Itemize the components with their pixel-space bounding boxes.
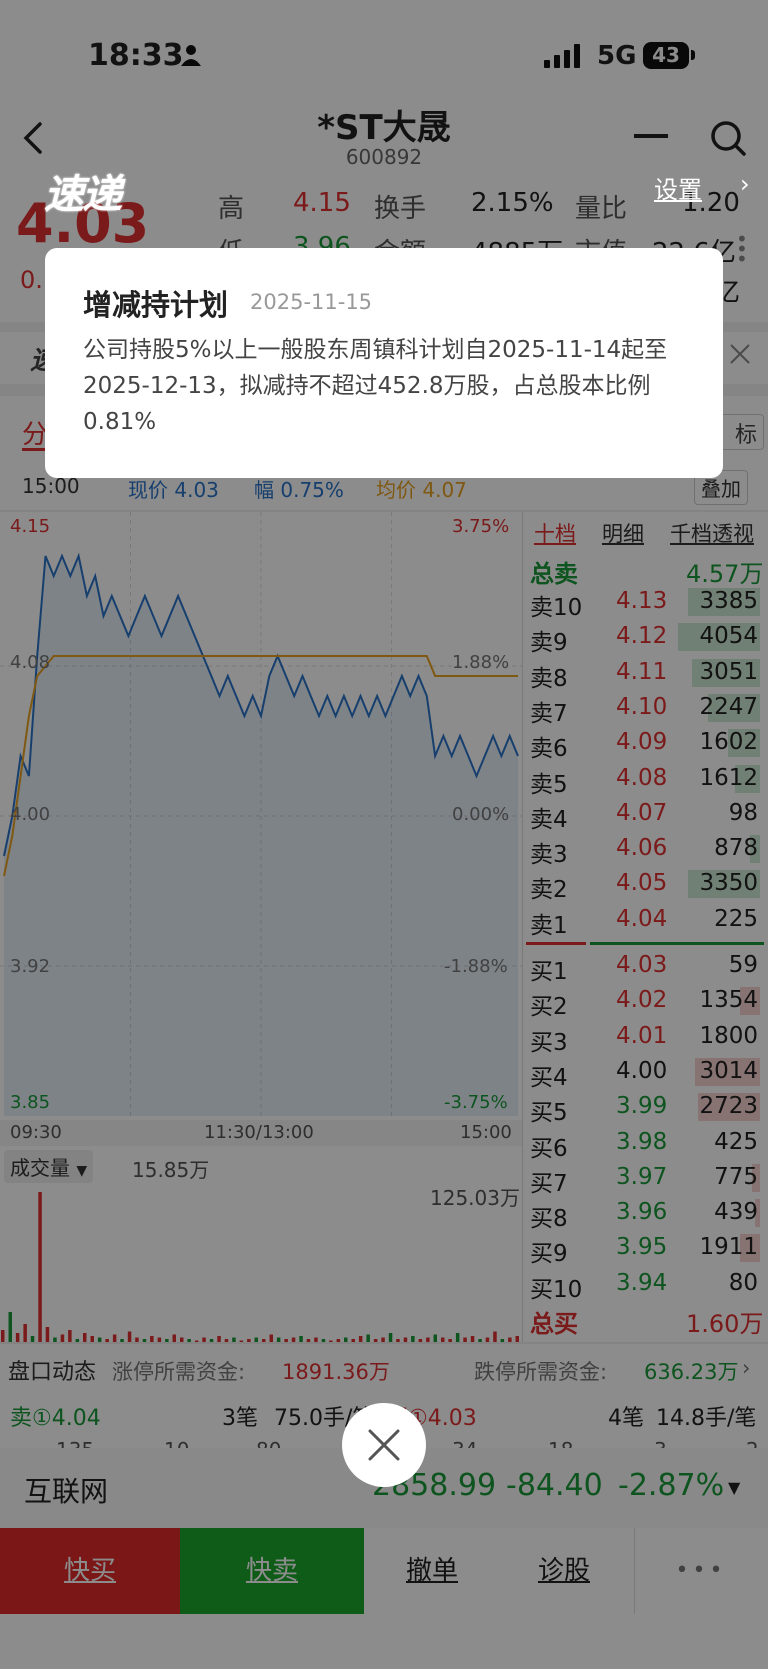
- logo: 速递: [44, 172, 122, 218]
- popup-date: 2025-11-15: [250, 290, 373, 314]
- settings-link[interactable]: 设置: [654, 170, 702, 205]
- stock-detail-page: 18:33 5G 43 *ST大晟 600892 4.03 0. 高 4.15 …: [0, 0, 768, 1669]
- close-icon: [368, 1429, 400, 1461]
- popup-title: 增减持计划: [83, 288, 229, 322]
- close-popup-button[interactable]: [342, 1403, 426, 1487]
- chevron-right-icon: ›: [740, 170, 750, 198]
- popup-body: 公司持股5%以上一般股东周镇科计划自2025-11-14起至2025-12-13…: [83, 337, 668, 435]
- announcement-popup: 增减持计划 2025-11-15 公司持股5%以上一般股东周镇科计划自2025-…: [45, 248, 723, 478]
